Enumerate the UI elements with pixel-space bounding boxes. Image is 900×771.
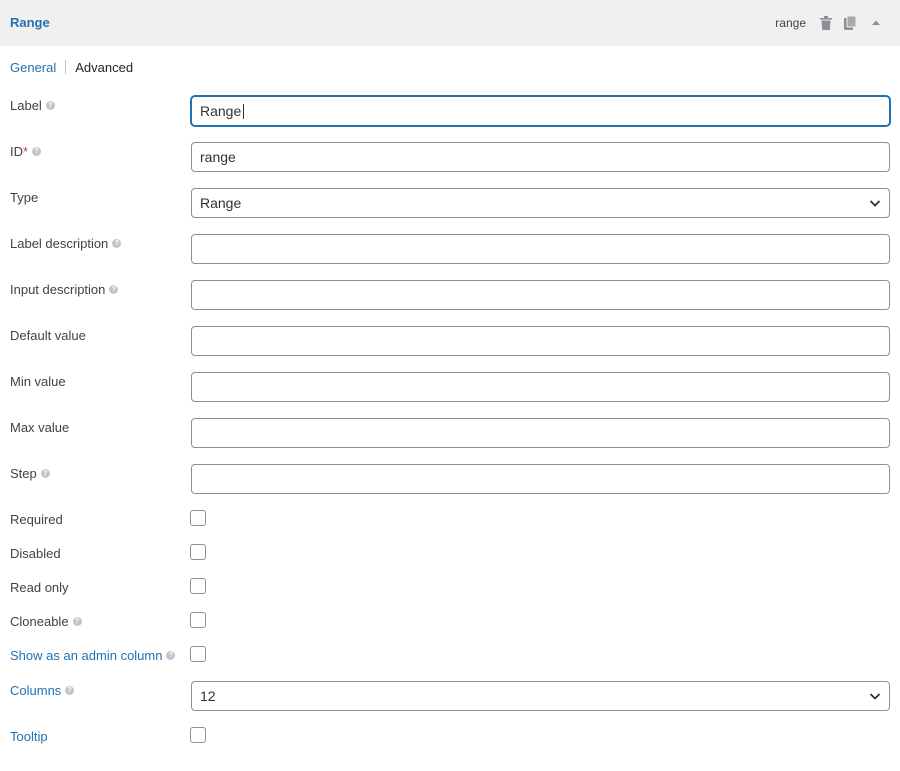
trash-icon[interactable] <box>818 15 834 31</box>
type-field-label-text: Type <box>10 190 39 205</box>
default-value-input[interactable] <box>191 326 890 356</box>
default-value-field-label: Default value <box>10 328 86 343</box>
help-icon[interactable]: ? <box>166 651 176 660</box>
cloneable-field-label: Cloneable? <box>10 614 82 629</box>
columns-select-value: 12 <box>200 688 216 704</box>
tab-advanced[interactable]: Advanced <box>75 60 133 75</box>
id-field-label: ID *? <box>10 144 42 159</box>
input-description-label-text: Input description <box>10 282 106 297</box>
tab-general[interactable]: General <box>10 60 56 75</box>
required-checkbox[interactable] <box>190 510 206 526</box>
admin-column-checkbox[interactable] <box>190 646 206 662</box>
help-icon[interactable]: ? <box>65 686 75 695</box>
label-input-value: Range <box>200 103 242 119</box>
label-field-label: Label? <box>10 98 55 113</box>
field-title[interactable]: Range <box>10 15 50 30</box>
label-description-input[interactable] <box>191 234 890 264</box>
read-only-field-label: Read only <box>10 580 69 595</box>
cloneable-label-text: Cloneable <box>10 614 69 629</box>
min-value-input[interactable] <box>191 372 890 402</box>
max-value-field-label: Max value <box>10 420 69 435</box>
tooltip-field-label[interactable]: Tooltip <box>10 729 48 744</box>
admin-column-field-label[interactable]: Show as an admin column? <box>10 648 176 663</box>
chevron-down-icon <box>869 693 881 700</box>
field-id-badge: range <box>775 16 806 30</box>
min-value-field-label: Min value <box>10 374 66 389</box>
max-value-label-text: Max value <box>10 420 70 435</box>
field-header[interactable]: Range range <box>0 0 900 46</box>
id-input-value: range <box>200 149 236 165</box>
input-description-input[interactable] <box>191 280 890 310</box>
columns-field-label[interactable]: Columns? <box>10 683 75 698</box>
help-icon[interactable]: ? <box>72 617 82 626</box>
help-icon[interactable]: ? <box>112 239 122 248</box>
disabled-label-text: Disabled <box>10 546 61 561</box>
type-select-value: Range <box>200 195 242 211</box>
label-description-field-label: Label description? <box>10 236 122 251</box>
required-mark: * <box>23 144 29 159</box>
read-only-label-text: Read only <box>10 580 69 595</box>
text-cursor <box>243 103 245 119</box>
duplicate-icon[interactable] <box>842 15 858 31</box>
type-field-label: Type <box>10 190 38 205</box>
step-field-label: Step? <box>10 466 50 481</box>
chevron-down-icon <box>869 200 881 207</box>
type-select[interactable]: Range <box>191 188 890 218</box>
disabled-checkbox[interactable] <box>190 544 206 560</box>
tooltip-checkbox[interactable] <box>190 727 206 743</box>
admin-column-label-text: Show as an admin column <box>10 648 163 663</box>
label-input[interactable]: Range <box>191 96 890 126</box>
required-label-text: Required <box>10 512 63 527</box>
step-label-text: Step <box>10 466 37 481</box>
settings-tabs: General Advanced <box>10 59 133 75</box>
label-field-label-text: Label <box>10 98 42 113</box>
max-value-input[interactable] <box>191 418 890 448</box>
id-field-label-text: ID <box>10 144 23 159</box>
step-input[interactable] <box>191 464 890 494</box>
min-value-label-text: Min value <box>10 374 66 389</box>
cloneable-checkbox[interactable] <box>190 612 206 628</box>
default-value-label-text: Default value <box>10 328 86 343</box>
columns-select[interactable]: 12 <box>191 681 890 711</box>
tooltip-label-text: Tooltip <box>10 729 48 744</box>
label-description-label-text: Label description <box>10 236 109 251</box>
help-icon[interactable]: ? <box>40 469 50 478</box>
collapse-arrow-icon[interactable] <box>868 15 884 31</box>
header-actions: range <box>775 14 884 32</box>
input-description-field-label: Input description? <box>10 282 119 297</box>
tab-divider <box>65 60 67 74</box>
read-only-checkbox[interactable] <box>190 578 206 594</box>
help-icon[interactable]: ? <box>109 285 119 294</box>
help-icon[interactable]: ? <box>45 101 55 110</box>
columns-label-text: Columns <box>10 683 62 698</box>
required-field-label: Required <box>10 512 63 527</box>
disabled-field-label: Disabled <box>10 546 61 561</box>
help-icon[interactable]: ? <box>32 147 42 156</box>
id-input[interactable]: range <box>191 142 890 172</box>
